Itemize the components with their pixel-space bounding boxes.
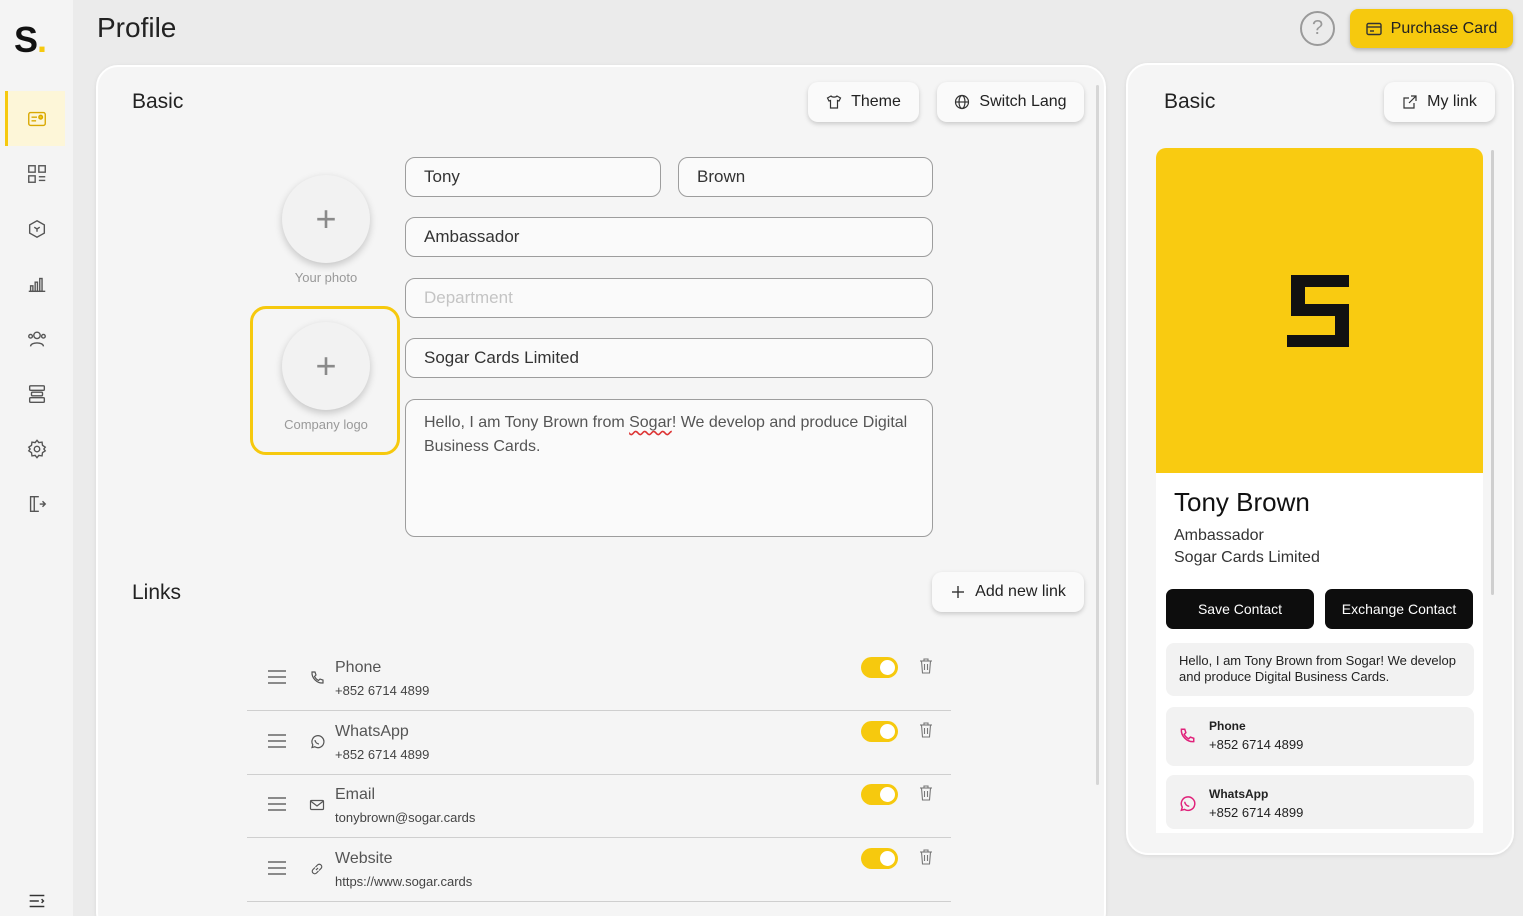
company-logo-upload-button[interactable]: + [282, 322, 370, 410]
card-icon [1365, 22, 1382, 35]
nav-settings[interactable] [0, 421, 73, 476]
nav-analytics[interactable] [0, 256, 73, 311]
contacts-icon [27, 330, 46, 347]
save-contact-button[interactable]: Save Contact [1166, 589, 1314, 629]
drag-handle-icon[interactable] [268, 734, 286, 748]
company-input[interactable]: Sogar Cards Limited [405, 338, 933, 378]
trash-icon[interactable] [919, 785, 933, 801]
menu-collapse-icon[interactable] [26, 890, 48, 912]
email-icon [309, 799, 325, 811]
card-link-label: WhatsApp [1209, 787, 1269, 801]
first-name-input[interactable]: Tony [405, 157, 661, 197]
link-toggle[interactable] [861, 848, 898, 869]
card-link-value: +852 6714 4899 [1209, 737, 1304, 752]
link-value: tonybrown@sogar.cards [335, 810, 476, 825]
link-toggle[interactable] [861, 657, 898, 678]
drag-handle-icon[interactable] [268, 861, 286, 875]
link-label: Phone [335, 659, 382, 676]
link-value: https://www.sogar.cards [335, 874, 473, 889]
editor-scrollbar[interactable] [1096, 85, 1099, 785]
external-link-icon [1403, 95, 1417, 109]
link-label: WhatsApp [335, 723, 409, 740]
whatsapp-icon [311, 735, 325, 749]
theme-button[interactable]: Theme [808, 82, 919, 122]
help-button[interactable]: ? [1300, 11, 1335, 46]
trash-icon[interactable] [919, 722, 933, 738]
card-link-whatsapp[interactable]: WhatsApp +852 6714 4899 [1166, 775, 1474, 829]
card-role: Ambassador [1174, 527, 1264, 544]
profile-card-icon [27, 111, 46, 126]
nav-server[interactable] [0, 366, 73, 421]
nav-logout[interactable] [0, 476, 73, 531]
link-row-phone[interactable]: Phone +852 6714 4899 [247, 647, 951, 711]
plus-icon: + [315, 198, 337, 239]
globe-icon [955, 94, 970, 110]
spellcheck-word: Sogar [629, 414, 672, 431]
logout-icon [29, 495, 46, 512]
department-input[interactable]: Department [405, 278, 933, 318]
link-label: Website [335, 850, 393, 867]
server-icon [28, 384, 45, 403]
job-title-input[interactable]: Ambassador [405, 217, 933, 257]
preview-scrollbar[interactable] [1491, 150, 1494, 595]
purchase-card-label: Purchase Card [1390, 19, 1498, 37]
analytics-icon [28, 277, 45, 292]
link-row-email[interactable]: Email tonybrown@sogar.cards [247, 774, 951, 838]
purchase-card-button[interactable]: Purchase Card [1350, 9, 1513, 48]
add-new-link-button[interactable]: Add new link [932, 572, 1084, 612]
link-value: +852 6714 4899 [335, 747, 430, 762]
card-link-value: +852 6714 4899 [1209, 805, 1304, 820]
brand-s-logo [1286, 274, 1349, 347]
switch-lang-button[interactable]: Switch Lang [937, 82, 1084, 122]
link-value: +852 6714 4899 [335, 683, 430, 698]
nav-products[interactable] [0, 201, 73, 256]
trash-icon[interactable] [919, 849, 933, 865]
settings-icon [27, 438, 46, 459]
photo-upload-button[interactable]: + [282, 175, 370, 263]
cube-icon [28, 219, 45, 238]
card-bio: Hello, I am Tony Brown from Sogar! We de… [1166, 643, 1474, 696]
switch-lang-label: Switch Lang [979, 93, 1067, 110]
apps-grid-icon [27, 164, 46, 183]
card-banner [1156, 148, 1483, 473]
nav-profile[interactable] [5, 91, 65, 146]
link-icon [311, 863, 323, 875]
photo-label: Your photo [294, 270, 358, 285]
exchange-contact-button[interactable]: Exchange Contact [1325, 589, 1473, 629]
my-link-label: My link [1427, 93, 1477, 110]
company-logo-label: Company logo [284, 417, 368, 432]
trash-icon[interactable] [919, 658, 933, 674]
plus-icon: + [315, 345, 337, 386]
card-link-phone[interactable]: Phone +852 6714 4899 [1166, 707, 1474, 766]
card-link-label: Phone [1209, 719, 1246, 733]
link-row-website[interactable]: Website https://www.sogar.cards [247, 838, 951, 902]
basic-section-title: Basic [132, 90, 184, 113]
drag-handle-icon[interactable] [268, 797, 286, 811]
phone-icon [311, 671, 324, 684]
links-section-title: Links [132, 581, 182, 604]
phone-icon [1180, 728, 1195, 743]
bio-textarea[interactable]: Hello, I am Tony Brown from Sogar! We de… [405, 399, 933, 537]
link-label: Email [335, 786, 376, 803]
help-icon: ? [1311, 17, 1324, 39]
card-name: Tony Brown [1174, 487, 1310, 517]
app-logo[interactable]: S. [14, 22, 47, 58]
nav-apps[interactable] [0, 146, 73, 201]
link-toggle[interactable] [861, 784, 898, 805]
whatsapp-icon [1180, 796, 1196, 812]
theme-label: Theme [851, 93, 901, 110]
shirt-icon [826, 95, 842, 109]
preview-section-title: Basic [1164, 90, 1216, 113]
card-company: Sogar Cards Limited [1174, 549, 1320, 566]
my-link-button[interactable]: My link [1384, 82, 1495, 122]
nav-contacts[interactable] [0, 311, 73, 366]
link-row-whatsapp[interactable]: WhatsApp +852 6714 4899 [247, 711, 951, 775]
add-new-link-label: Add new link [975, 583, 1066, 600]
link-toggle[interactable] [861, 721, 898, 742]
plus-icon [952, 586, 965, 598]
drag-handle-icon[interactable] [268, 670, 286, 684]
last-name-input[interactable]: Brown [678, 157, 933, 197]
page-title: Profile [97, 12, 177, 43]
sidebar: S. [0, 0, 73, 916]
